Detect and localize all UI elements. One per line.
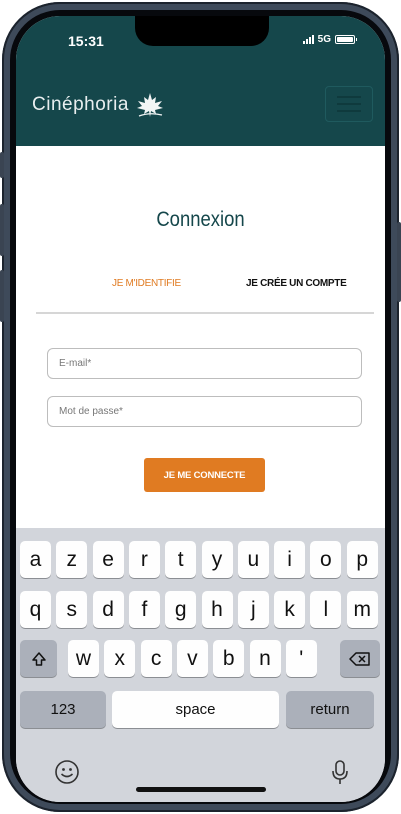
auth-tabs: JE M'IDENTIFIE JE CRÉE UN COMPTE bbox=[36, 278, 374, 314]
key-f[interactable]: f bbox=[128, 591, 160, 628]
tab-login[interactable]: JE M'IDENTIFIE bbox=[112, 278, 181, 289]
key-y[interactable]: y bbox=[201, 541, 233, 578]
key-apostrophe[interactable]: ' bbox=[285, 640, 317, 677]
key-h[interactable]: h bbox=[201, 591, 233, 628]
key-n[interactable]: n bbox=[249, 640, 281, 677]
key-c[interactable]: c bbox=[140, 640, 172, 677]
brand-name: Cinéphoria bbox=[32, 94, 129, 115]
key-s[interactable]: s bbox=[56, 591, 88, 628]
power-button bbox=[397, 222, 401, 302]
menu-toggle-button[interactable] bbox=[325, 86, 373, 122]
emoji-key[interactable] bbox=[54, 759, 80, 785]
key-i[interactable]: i bbox=[274, 541, 306, 578]
shift-key[interactable] bbox=[20, 640, 57, 677]
backspace-key[interactable] bbox=[340, 640, 380, 677]
microphone-icon bbox=[332, 760, 348, 784]
password-field-wrapper bbox=[47, 396, 362, 427]
key-k[interactable]: k bbox=[274, 591, 306, 628]
password-field[interactable] bbox=[48, 397, 361, 426]
volume-up-button bbox=[0, 204, 4, 256]
maple-leaf-icon bbox=[136, 93, 163, 117]
status-time: 15:31 bbox=[68, 33, 104, 49]
key-g[interactable]: g bbox=[165, 591, 197, 628]
key-v[interactable]: v bbox=[176, 640, 208, 677]
key-e[interactable]: e bbox=[92, 541, 124, 578]
return-key[interactable]: return bbox=[286, 691, 374, 728]
keyboard-row-3: w x c v b n ' bbox=[16, 640, 385, 678]
key-l[interactable]: l bbox=[310, 591, 342, 628]
page-title: Connexion bbox=[156, 208, 245, 231]
key-b[interactable]: b bbox=[213, 640, 245, 677]
key-o[interactable]: o bbox=[310, 541, 342, 578]
battery-icon bbox=[335, 35, 357, 44]
backspace-icon bbox=[349, 651, 370, 666]
email-field-wrapper bbox=[47, 348, 362, 379]
key-z[interactable]: z bbox=[56, 541, 88, 578]
notch bbox=[135, 16, 269, 46]
key-q[interactable]: q bbox=[20, 591, 51, 628]
space-key[interactable]: space bbox=[112, 691, 279, 728]
status-indicators: 5G bbox=[302, 34, 357, 45]
signal-icon bbox=[302, 35, 314, 44]
key-d[interactable]: d bbox=[92, 591, 124, 628]
onscreen-keyboard: azertyuiop qsdfghjklm w x c v b n ' 123 space bbox=[16, 528, 385, 802]
emoji-icon bbox=[55, 760, 79, 784]
key-t[interactable]: t bbox=[165, 541, 197, 578]
hamburger-icon bbox=[337, 96, 361, 98]
home-indicator[interactable] bbox=[136, 787, 266, 792]
screen: 15:31 5G Cinéphoria Connexion JE M'IDENT… bbox=[16, 16, 385, 802]
app-header: 15:31 5G Cinéphoria bbox=[16, 16, 385, 146]
key-a[interactable]: a bbox=[20, 541, 51, 578]
key-u[interactable]: u bbox=[237, 541, 269, 578]
phone-frame: 15:31 5G Cinéphoria Connexion JE M'IDENT… bbox=[0, 2, 401, 812]
network-label: 5G bbox=[317, 34, 331, 45]
volume-down-button bbox=[0, 270, 4, 322]
shift-icon bbox=[31, 651, 46, 666]
email-field[interactable] bbox=[48, 349, 361, 378]
dictation-key[interactable] bbox=[330, 759, 350, 787]
key-w[interactable]: w bbox=[68, 640, 99, 677]
key-m[interactable]: m bbox=[346, 591, 378, 628]
key-p[interactable]: p bbox=[346, 541, 378, 578]
tab-register[interactable]: JE CRÉE UN COMPTE bbox=[246, 278, 347, 289]
key-x[interactable]: x bbox=[104, 640, 136, 677]
mute-switch bbox=[0, 152, 4, 178]
brand-logo[interactable]: Cinéphoria bbox=[32, 92, 165, 118]
keyboard-row-2: qsdfghjklm bbox=[16, 591, 385, 629]
key-r[interactable]: r bbox=[128, 541, 160, 578]
numbers-key[interactable]: 123 bbox=[20, 691, 106, 728]
login-button[interactable]: JE ME CONNECTE bbox=[144, 458, 265, 492]
keyboard-row-1: azertyuiop bbox=[16, 541, 385, 579]
key-j[interactable]: j bbox=[237, 591, 269, 628]
keyboard-row-4: 123 space return bbox=[16, 691, 385, 729]
